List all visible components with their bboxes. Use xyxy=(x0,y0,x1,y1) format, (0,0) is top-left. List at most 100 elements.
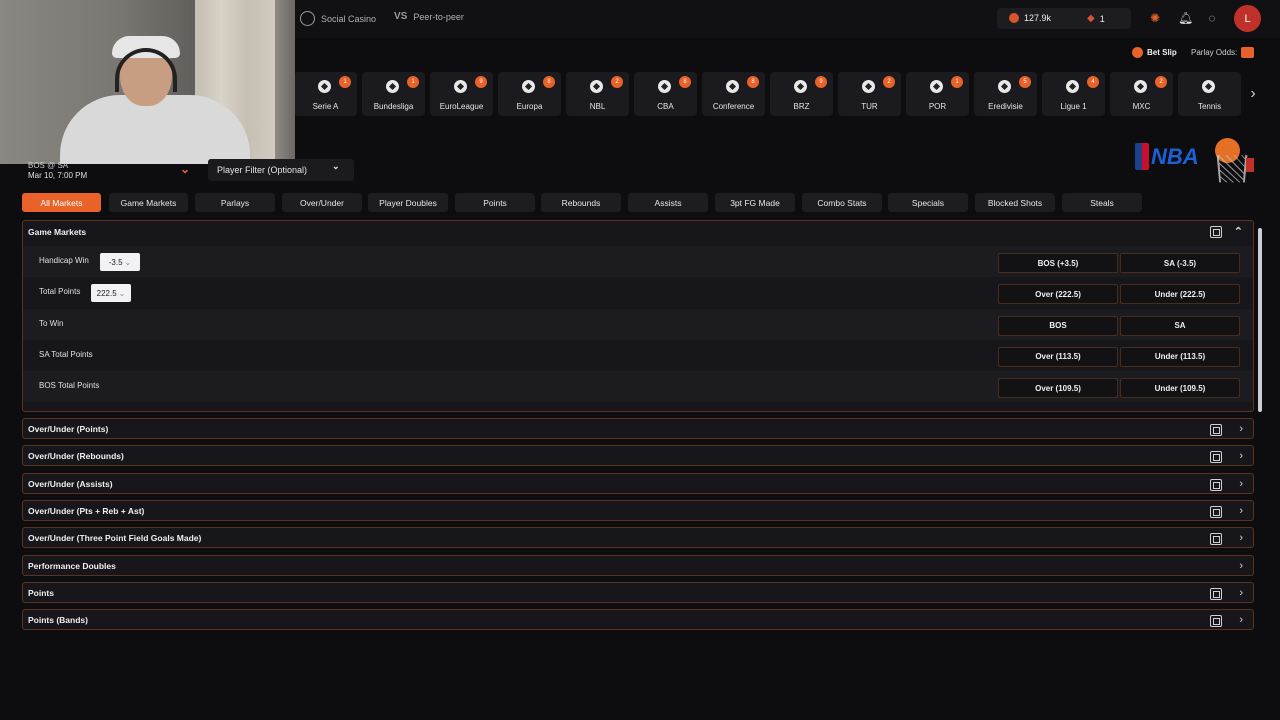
market-section[interactable]: Over/Under (Three Point Field Goals Made… xyxy=(22,527,1254,549)
market-section[interactable]: Over/Under (Pts + Reb + Ast) › xyxy=(22,499,1254,521)
sport-tile[interactable]: 5 Eredivisie xyxy=(974,72,1037,116)
sport-tile[interactable]: 2 NBL xyxy=(566,72,629,116)
nba-logo: NBA xyxy=(1135,143,1199,171)
sport-label: Eredivisie xyxy=(988,102,1023,111)
tab-all-markets[interactable]: All Markets xyxy=(22,193,101,212)
sport-ball-icon xyxy=(522,80,535,93)
avatar[interactable]: L xyxy=(1234,5,1261,32)
parlay-odds-toggle[interactable]: Parlay Odds: xyxy=(1191,47,1255,58)
social-casino-link[interactable]: Social Casino xyxy=(300,11,376,26)
chevron-right-icon[interactable]: › xyxy=(1240,84,1266,106)
sport-label: BRZ xyxy=(793,102,810,111)
market-section[interactable]: Performance Doubles › xyxy=(22,554,1254,576)
sport-ball-icon xyxy=(454,80,467,93)
basketball-icon[interactable]: ✺ xyxy=(1148,11,1162,25)
tab-steals[interactable]: Steals xyxy=(1062,193,1142,212)
tab-3pt-fg-made[interactable]: 3pt FG Made xyxy=(715,193,795,212)
parlay-toggle-icon[interactable] xyxy=(1241,47,1255,58)
chevron-right-icon[interactable]: › xyxy=(1239,587,1243,599)
odds-label: Over (113.5) xyxy=(1035,352,1081,362)
chevron-right-icon[interactable]: › xyxy=(1239,560,1243,572)
tab-rebounds[interactable]: Rebounds xyxy=(541,193,621,212)
odds-button[interactable]: SA (-3.5) xyxy=(1120,253,1240,273)
copy-icon[interactable] xyxy=(1210,226,1222,238)
peer-to-peer-link[interactable]: VS Peer-to-peer xyxy=(394,11,464,22)
sport-ball-icon xyxy=(1066,80,1079,93)
line-select[interactable]: -3.5 ⌄ xyxy=(100,253,140,271)
odds-button[interactable]: Over (109.5) xyxy=(998,378,1118,399)
copy-icon[interactable] xyxy=(1210,478,1222,491)
bet-slip-button[interactable]: Bet Slip xyxy=(1132,47,1177,58)
market-section[interactable]: Over/Under (Rebounds) › xyxy=(22,445,1254,467)
tab-combo-stats[interactable]: Combo Stats xyxy=(802,193,882,212)
chevron-right-icon[interactable]: › xyxy=(1239,423,1243,435)
game-markets-header[interactable]: Game Markets ⌃ xyxy=(23,221,1253,243)
odds-button[interactable]: Over (222.5) xyxy=(998,284,1118,305)
tab-player-doubles[interactable]: Player Doubles xyxy=(368,193,448,212)
chevron-right-icon[interactable]: › xyxy=(1239,450,1243,462)
odds-button[interactable]: Under (113.5) xyxy=(1120,346,1240,367)
tab-assists[interactable]: Assists xyxy=(628,193,708,212)
bell-icon[interactable]: 🔔︎ xyxy=(1178,11,1193,25)
tab-game-markets[interactable]: Game Markets xyxy=(109,193,188,212)
market-section[interactable]: Points › xyxy=(22,581,1254,603)
chevron-right-icon[interactable]: › xyxy=(1239,505,1243,517)
sport-tile[interactable]: 9 BRZ xyxy=(770,72,833,116)
sport-tile[interactable]: 4 Ligue 1 xyxy=(1042,72,1105,116)
line-select[interactable]: 222.5 ⌄ xyxy=(91,284,131,303)
tab-blocked-shots[interactable]: Blocked Shots xyxy=(975,193,1055,212)
copy-icon[interactable] xyxy=(1210,451,1222,464)
copy-icon[interactable] xyxy=(1210,424,1222,436)
odds-button[interactable]: Over (113.5) xyxy=(998,346,1118,367)
bet-slip-label: Bet Slip xyxy=(1147,48,1177,57)
coin-balance-value: 127.9k xyxy=(1024,13,1052,23)
copy-icon[interactable] xyxy=(1210,615,1222,628)
social-casino-label: Social Casino xyxy=(321,13,377,24)
tab-specials[interactable]: Specials xyxy=(888,193,968,212)
versus-icon: VS xyxy=(394,11,408,22)
balance-widget[interactable]: 127.9k ◆ 1 xyxy=(997,8,1131,29)
sport-tile[interactable]: 8 Conference xyxy=(702,72,765,116)
odds-button[interactable]: Under (109.5) xyxy=(1120,378,1240,399)
sport-tile[interactable]: 1 POR xyxy=(906,72,969,116)
market-row: BOS Total Points Over (109.5) Under (109.5… xyxy=(23,371,1253,403)
sport-tile[interactable]: Tennis xyxy=(1178,72,1241,116)
market-row: Handicap Win -3.5 ⌄ BOS (+3.5) SA (-3.5) xyxy=(23,246,1253,277)
sport-label: Conference xyxy=(712,102,755,111)
market-label: SA Total Points xyxy=(39,349,93,359)
sport-tile[interactable]: 1 Bundesliga xyxy=(362,72,425,116)
copy-icon[interactable] xyxy=(1210,505,1222,518)
peer-to-peer-label: Peer-to-peer xyxy=(413,11,464,22)
chevron-right-icon[interactable]: › xyxy=(1239,614,1243,626)
tab-parlays[interactable]: Parlays xyxy=(195,193,275,212)
sport-tile[interactable]: 2 MXC xyxy=(1110,72,1173,116)
odds-button[interactable]: BOS xyxy=(998,315,1118,336)
sport-ball-icon xyxy=(1202,80,1215,93)
player-filter-select[interactable]: Player Filter (Optional) ⌄ xyxy=(208,159,354,181)
sport-tile[interactable]: 8 CBA xyxy=(634,72,697,116)
chevron-right-icon[interactable]: › xyxy=(1239,532,1243,544)
chat-icon[interactable]: ◌ xyxy=(1205,11,1219,25)
game-selector[interactable]: BOS @ SA Mar 10, 7:00 PM ⌄ xyxy=(20,156,202,184)
avatar-letter: L xyxy=(1244,12,1251,25)
chevron-up-icon[interactable]: ⌃ xyxy=(1234,225,1243,238)
chevron-right-icon[interactable]: › xyxy=(1239,478,1243,490)
sport-tile[interactable]: 9 EuroLeague xyxy=(430,72,493,116)
odds-label: Under (113.5) xyxy=(1154,352,1206,362)
copy-icon[interactable] xyxy=(1210,587,1222,600)
sport-tile[interactable]: 1 Serie A xyxy=(294,72,357,116)
scrollbar-thumb[interactable] xyxy=(1258,228,1262,412)
sport-tile[interactable]: 2 TUR xyxy=(838,72,901,116)
game-markets-panel: Game Markets ⌃ Handicap Win -3.5 ⌄ BOS (+3.… xyxy=(22,220,1254,412)
odds-button[interactable]: Under (222.5) xyxy=(1120,284,1240,305)
market-section[interactable]: Over/Under (Assists) › xyxy=(22,472,1254,494)
tab-over-under[interactable]: Over/Under xyxy=(282,193,362,212)
odds-button[interactable]: BOS (+3.5) xyxy=(998,253,1118,273)
market-section[interactable]: Points (Bands) › xyxy=(22,609,1254,631)
event-count-badge: 2 xyxy=(611,76,623,88)
odds-button[interactable]: SA xyxy=(1120,315,1240,336)
copy-icon[interactable] xyxy=(1210,533,1222,546)
market-section[interactable]: Over/Under (Points) › xyxy=(22,418,1254,439)
sport-tile[interactable]: 8 Europa xyxy=(498,72,561,116)
tab-points[interactable]: Points xyxy=(455,193,535,212)
